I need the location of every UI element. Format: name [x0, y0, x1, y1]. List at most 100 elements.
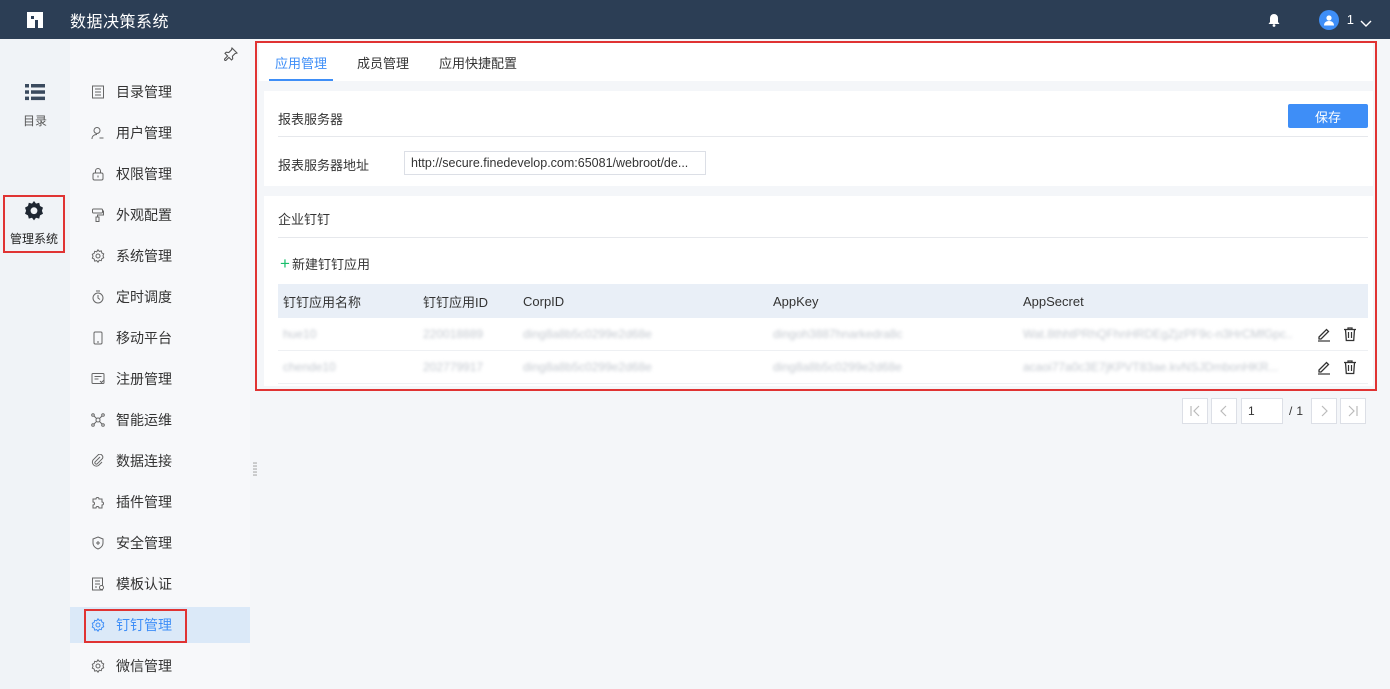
sidebar-item-7[interactable]: 注册管理	[70, 361, 250, 397]
trash-icon[interactable]	[1342, 326, 1358, 342]
dingtalk-title: 企业钉钉	[278, 212, 331, 227]
table-cell: 220018889	[423, 327, 484, 341]
table-cell: ding8a8b5c0299e2d68e	[523, 360, 652, 374]
column-header: AppSecret	[1023, 293, 1084, 309]
sidebar-item-13[interactable]: 钉钉管理	[70, 607, 250, 643]
new-dingtalk-app-button[interactable]: + 新建钉钉应用	[280, 254, 370, 273]
list-icon	[25, 83, 45, 104]
tab-bar: 应用管理 成员管理 应用快捷配置	[259, 43, 1373, 81]
sidebar-item-label: 定时调度	[116, 289, 172, 305]
chevron-right-icon	[1321, 405, 1328, 417]
dingtalk-app-table: 钉钉应用名称 钉钉应用ID CorpID AppKey AppSecret hue10 22…	[278, 284, 1368, 384]
next-page-button[interactable]	[1311, 398, 1338, 424]
column-header: AppKey	[773, 293, 819, 309]
table-cell: hue10	[283, 327, 317, 341]
sidebar-item-11[interactable]: 安全管理	[70, 525, 250, 561]
rail-item-admin[interactable]: 管理系统	[3, 195, 65, 253]
divider	[278, 136, 1368, 137]
table-cell: acaoi77a0c3E7jKPVT83ae.kvNSJDmbonHKR...	[1023, 360, 1279, 374]
table-cell: dingoh3887hnarkedra8c	[773, 327, 903, 341]
report-server-address-input[interactable]: http://secure.finedevelop.com:65081/webr…	[404, 151, 706, 175]
tab-app-management[interactable]: 应用管理	[269, 43, 334, 81]
list-doc-icon	[90, 84, 106, 100]
row-actions	[1316, 326, 1358, 342]
sidebar-item-6[interactable]: 移动平台	[70, 320, 250, 356]
sidebar-item-3[interactable]: 外观配置	[70, 197, 250, 233]
sidebar-item-label: 数据连接	[116, 453, 172, 469]
avatar[interactable]	[1318, 9, 1339, 30]
table-cell: ding8a8b5c0299e2d68e	[773, 360, 902, 374]
user-icon	[90, 125, 106, 141]
tab-member-management[interactable]: 成员管理	[351, 43, 415, 81]
sidebar-item-5[interactable]: 定时调度	[70, 279, 250, 315]
highlight-box	[84, 609, 187, 643]
lock-icon	[90, 166, 106, 182]
edit-icon[interactable]	[1316, 326, 1332, 342]
puzzle-icon	[90, 494, 106, 510]
link-icon	[90, 453, 106, 469]
prev-page-button[interactable]	[1211, 398, 1237, 424]
gear-icon	[90, 658, 106, 674]
table-row: hue10 220018889 ding8a8b5c0299e2d68e dingoh…	[278, 318, 1368, 351]
tab-app-quick-config[interactable]: 应用快捷配置	[433, 43, 523, 81]
panel-splitter-handle[interactable]	[253, 462, 257, 476]
edit-icon[interactable]	[1316, 359, 1332, 375]
sidebar-item-2[interactable]: 权限管理	[70, 156, 250, 192]
last-page-button[interactable]	[1340, 398, 1367, 424]
rail-label-admin: 管理系统	[9, 232, 58, 246]
column-header: 钉钉应用ID	[423, 294, 489, 310]
user-name[interactable]: 1	[1347, 12, 1354, 27]
sidebar-item-4[interactable]: 系统管理	[70, 238, 250, 274]
new-dingtalk-app-label: 新建钉钉应用	[291, 257, 370, 272]
rail-item-catalog[interactable]: 目录	[0, 83, 70, 129]
app-title: 数据决策系统	[70, 13, 170, 31]
chevron-down-icon[interactable]	[1360, 16, 1372, 27]
table-cell: ding8a8b5c0299e2d68e	[523, 327, 652, 341]
top-bar: 数据决策系统 1	[0, 0, 1390, 39]
pin-icon[interactable]	[223, 46, 239, 62]
save-button[interactable]: 保存	[1288, 104, 1368, 128]
trash-icon[interactable]	[1342, 359, 1358, 375]
network-icon	[90, 412, 106, 428]
first-page-button[interactable]	[1182, 398, 1208, 424]
template-icon	[90, 576, 106, 592]
table-cell: Wat.8thhtPRhQFhnHRDEgZjzPF9c-n3HrCMfGpc.…	[1023, 327, 1293, 341]
timer-icon	[90, 289, 106, 305]
dingtalk-panel: 企业钉钉 + 新建钉钉应用 钉钉应用名称 钉钉应用ID CorpID AppKey Ap…	[264, 196, 1373, 386]
page-number-input[interactable]	[1241, 398, 1283, 424]
page-total: 1	[1296, 404, 1304, 418]
report-server-panel: 报表服务器 保存 报表服务器地址 http://secure.finedevel…	[264, 91, 1373, 186]
shield-icon	[90, 535, 106, 551]
table-row: chende10 202779917 ding8a8b5c0299e2d68e din…	[278, 351, 1368, 384]
last-page-icon	[1348, 405, 1358, 417]
sidebar-item-label: 外观配置	[116, 207, 172, 223]
plus-icon: +	[280, 254, 290, 273]
sidebar-item-label: 插件管理	[116, 494, 172, 510]
icon-rail: 目录 管理系统	[0, 39, 70, 689]
admin-menu: 目录管理用户管理权限管理外观配置系统管理定时调度移动平台注册管理智能运维数据连接…	[70, 39, 250, 689]
sidebar-item-14[interactable]: 微信管理	[70, 648, 250, 684]
column-header: 钉钉应用名称	[283, 294, 362, 310]
table-cell: chende10	[283, 360, 336, 374]
app-logo-icon[interactable]	[26, 11, 44, 29]
sidebar-item-10[interactable]: 插件管理	[70, 484, 250, 520]
mobile-icon	[90, 330, 106, 346]
rail-label-catalog: 目录	[22, 114, 47, 128]
sidebar-item-1[interactable]: 用户管理	[70, 115, 250, 151]
report-server-address-label: 报表服务器地址	[278, 158, 370, 173]
sidebar-item-9[interactable]: 数据连接	[70, 443, 250, 479]
bell-icon[interactable]	[1267, 13, 1281, 27]
page-separator: /	[1289, 404, 1293, 418]
sidebar-item-label: 智能运维	[116, 412, 172, 428]
sidebar-item-label: 系统管理	[116, 248, 172, 264]
table-cell: 202779917	[423, 360, 484, 374]
sidebar-item-label: 模板认证	[116, 576, 172, 592]
sidebar-item-label: 微信管理	[116, 658, 172, 674]
sidebar-item-8[interactable]: 智能运维	[70, 402, 250, 438]
sidebar-item-label: 安全管理	[116, 535, 172, 551]
sidebar-item-0[interactable]: 目录管理	[70, 74, 250, 110]
report-server-title: 报表服务器	[278, 112, 344, 127]
sidebar-item-12[interactable]: 模板认证	[70, 566, 250, 602]
brush-icon	[90, 207, 106, 223]
pagination: / 1	[1182, 398, 1369, 424]
